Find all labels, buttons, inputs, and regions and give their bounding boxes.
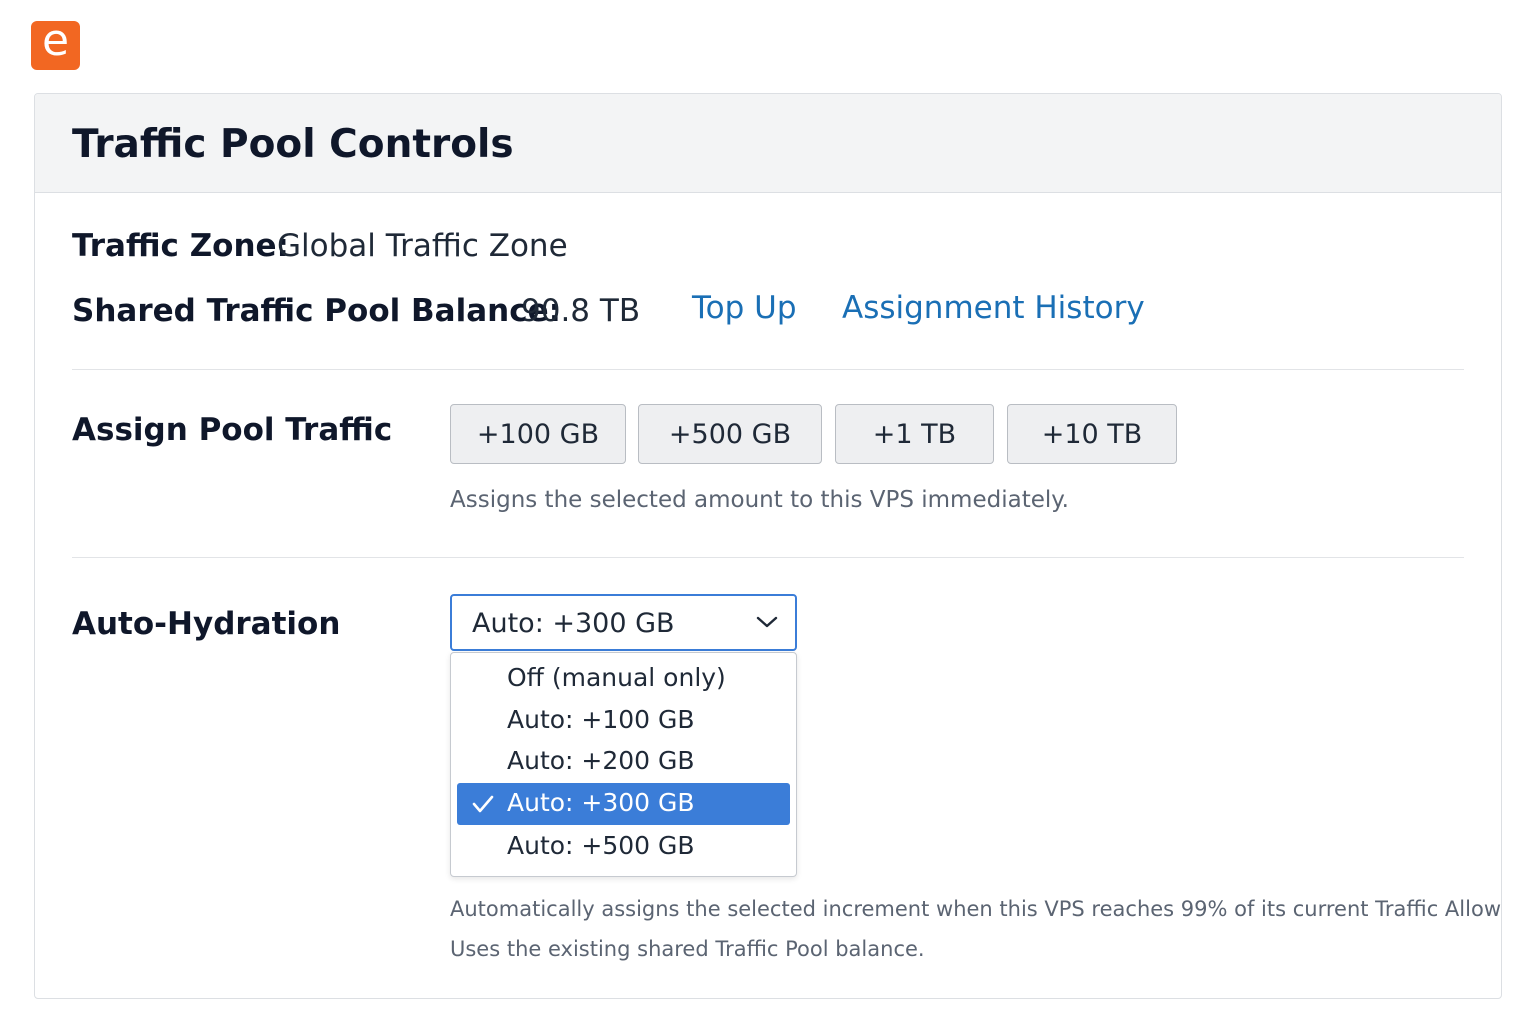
option-label: Auto: +200 GB	[507, 746, 695, 775]
option-label: Auto: +100 GB	[507, 705, 695, 734]
pool-balance-label: Shared Traffic Pool Balance:	[72, 293, 561, 329]
auto-hydration-help-line2: Uses the existing shared Traffic Pool ba…	[450, 937, 925, 961]
page-title: Traffic Pool Controls	[72, 122, 514, 167]
panel-header: Traffic Pool Controls	[35, 94, 1501, 193]
assignment-history-link[interactable]: Assignment History	[842, 290, 1145, 326]
traffic-pool-panel: Traffic Pool Controls Traffic Zone: Glob…	[34, 93, 1502, 999]
traffic-zone-value: Global Traffic Zone	[277, 228, 568, 264]
option-label: Auto: +500 GB	[507, 831, 695, 860]
divider	[72, 369, 1464, 370]
divider	[72, 557, 1464, 558]
option-label: Auto: +300 GB	[507, 788, 695, 817]
option-auto-500gb[interactable]: Auto: +500 GB	[457, 826, 790, 868]
company-logo-icon[interactable]: e	[31, 15, 80, 70]
auto-hydration-select[interactable]: Auto: +300 GB	[450, 594, 797, 651]
assign-500gb-button[interactable]: +500 GB	[638, 404, 822, 464]
assign-pool-traffic-label: Assign Pool Traffic	[72, 412, 393, 448]
option-auto-300gb[interactable]: Auto: +300 GB	[457, 783, 790, 825]
auto-hydration-help-line1: Automatically assigns the selected incre…	[450, 897, 1502, 921]
top-up-link[interactable]: Top Up	[692, 290, 797, 326]
checkmark-icon	[472, 795, 494, 813]
assign-10tb-button[interactable]: +10 TB	[1007, 404, 1177, 464]
assign-help-text: Assigns the selected amount to this VPS …	[450, 487, 1069, 513]
option-auto-200gb[interactable]: Auto: +200 GB	[457, 741, 790, 783]
assign-1tb-button[interactable]: +1 TB	[835, 404, 994, 464]
chevron-down-icon	[756, 616, 778, 628]
auto-hydration-dropdown: Off (manual only) Auto: +100 GB Auto: +2…	[450, 652, 797, 877]
assign-100gb-button[interactable]: +100 GB	[450, 404, 626, 464]
option-label: Off (manual only)	[507, 663, 726, 692]
auto-hydration-label: Auto-Hydration	[72, 606, 341, 642]
option-auto-100gb[interactable]: Auto: +100 GB	[457, 700, 790, 742]
pool-balance-value: 90.8 TB	[521, 293, 641, 329]
logo-letter: e	[41, 15, 70, 66]
select-current-value: Auto: +300 GB	[472, 608, 675, 639]
traffic-zone-label: Traffic Zone:	[72, 228, 289, 264]
option-off[interactable]: Off (manual only)	[457, 658, 790, 700]
